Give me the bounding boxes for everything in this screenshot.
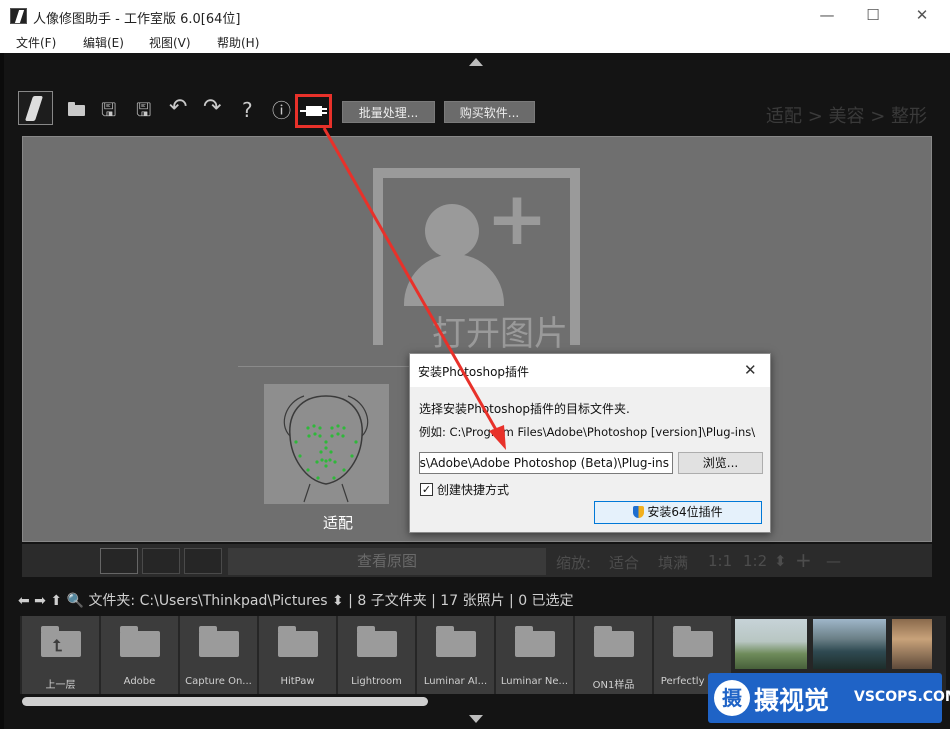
app-logo-icon xyxy=(10,8,27,24)
up-arrow-icon: ⮤ xyxy=(53,636,63,655)
path-bar: ⬅ ➡ ⬆ 🔍 文件夹: C:\Users\Thinkpad\Pictures … xyxy=(18,590,574,610)
buy-software-button[interactable]: 购买软件... xyxy=(444,101,535,123)
menu-bar: 文件(F) 编辑(E) 视图(V) 帮助(H) xyxy=(0,32,950,53)
film-item-folder[interactable]: HitPaw xyxy=(259,616,336,694)
zoom-fit-button[interactable]: 适合 xyxy=(609,552,639,573)
watermark: 摄 摄视觉 VSCOPS.COM xyxy=(708,673,950,723)
uac-shield-icon xyxy=(633,506,645,518)
person-add-icon xyxy=(425,204,479,258)
view-original-button[interactable]: 查看原图 xyxy=(228,548,546,575)
split-view-button[interactable] xyxy=(184,548,222,574)
menu-view[interactable]: 视图(V) xyxy=(149,34,191,51)
info-icon[interactable]: ⓘ xyxy=(272,101,291,121)
film-item-label: Capture On... xyxy=(185,676,252,687)
film-item-label: Luminar AI... xyxy=(423,676,488,687)
workflow-breadcrumb: 适配 > 美容 > 整形 xyxy=(766,106,928,127)
batch-process-button[interactable]: 批量处理... xyxy=(342,101,435,123)
fit-mode-label[interactable]: 适配 xyxy=(300,512,376,533)
film-item-folder[interactable]: ON1样品 xyxy=(575,616,652,694)
plugin-highlight xyxy=(295,94,332,128)
film-item-label: Lightroom xyxy=(351,676,402,687)
film-item-folder[interactable]: Luminar Ne... xyxy=(496,616,573,694)
folder-icon xyxy=(673,626,713,657)
app-logo-button[interactable] xyxy=(18,91,53,125)
folder-path-text[interactable]: 文件夹: C:\Users\Thinkpad\Pictures ⬍ | 8 子文… xyxy=(88,593,573,609)
zoom-label: 缩放: xyxy=(556,554,592,572)
shortcut-label[interactable]: 创建快捷方式 xyxy=(437,481,509,498)
film-item-folder[interactable]: Luminar AI... xyxy=(417,616,494,694)
open-image-label[interactable]: 打开图片 xyxy=(432,306,568,355)
browse-button[interactable]: 浏览... xyxy=(678,452,763,474)
zoom-in-icon[interactable]: + xyxy=(795,548,812,572)
minimize-button[interactable]: — xyxy=(804,4,850,28)
zoom-out-icon[interactable]: — xyxy=(826,552,841,570)
collapse-up-icon[interactable] xyxy=(469,58,483,66)
dialog-title: 安装Photoshop插件 xyxy=(418,365,530,379)
watermark-url: VSCOPS.COM xyxy=(854,689,950,705)
film-item-folder[interactable]: Adobe xyxy=(101,616,178,694)
folder-icon xyxy=(120,626,160,657)
help-icon[interactable]: ? xyxy=(242,100,253,120)
plus-icon: + xyxy=(486,176,549,262)
divider xyxy=(238,366,413,367)
photo-thumbnail[interactable] xyxy=(892,619,932,669)
photo-thumbnail[interactable] xyxy=(813,619,886,669)
install-64bit-button[interactable]: 安装64位插件 xyxy=(594,501,762,524)
open-folder-icon[interactable] xyxy=(68,102,85,116)
single-view-button[interactable] xyxy=(100,548,138,574)
up-folder-icon: ⮤ xyxy=(41,626,81,657)
window-title: 人像修图助手 - 工作室版 6.0[64位] xyxy=(33,12,241,27)
film-item-folder[interactable]: Lightroom xyxy=(338,616,415,694)
install-button-label: 安装64位插件 xyxy=(647,505,723,519)
zoom-fill-button[interactable]: 填满 xyxy=(658,552,688,573)
face-outline-icon xyxy=(283,395,369,503)
dialog-title-bar: 安装Photoshop插件 ✕ xyxy=(410,354,770,387)
collapse-down-icon[interactable] xyxy=(469,715,483,723)
shortcut-checkbox[interactable]: ✓ xyxy=(420,483,433,496)
watermark-logo: 摄 xyxy=(714,680,750,716)
folder-icon xyxy=(357,626,397,657)
plugin-path-field[interactable]: C:\Program Files\Adobe\Adobe Photoshop (… xyxy=(419,452,673,474)
close-button[interactable]: ✕ xyxy=(899,4,945,28)
zoom-1-1-button[interactable]: 1:1 xyxy=(708,552,732,570)
menu-help[interactable]: 帮助(H) xyxy=(217,34,259,51)
folder-icon xyxy=(199,626,239,657)
undo-icon[interactable]: ↶ xyxy=(169,97,187,119)
film-item-label: Adobe xyxy=(123,676,156,687)
film-item-label: ON1样品 xyxy=(592,680,635,691)
film-item-folder[interactable]: Capture On... xyxy=(180,616,257,694)
maximize-button[interactable]: ☐ xyxy=(850,4,896,28)
watermark-text: 摄视觉 xyxy=(754,686,830,715)
photo-thumbnail[interactable] xyxy=(735,619,807,669)
zoom-1-2-button[interactable]: 1:2 xyxy=(743,552,767,570)
save-icon[interactable]: 🖫 xyxy=(101,101,116,121)
navigation-icons[interactable]: ⬅ ➡ ⬆ 🔍 xyxy=(18,593,84,609)
folder-icon xyxy=(515,626,555,657)
dialog-example: 例如: C:\Program Files\Adobe\Photoshop [ve… xyxy=(419,425,756,439)
folder-icon xyxy=(278,626,318,657)
side-by-side-view-button[interactable] xyxy=(142,548,180,574)
face-landmark-thumbnail[interactable] xyxy=(264,384,389,504)
save-as-icon[interactable]: 🖫 xyxy=(136,101,151,121)
film-item-label: HitPaw xyxy=(280,676,315,687)
title-bar: 人像修图助手 - 工作室版 6.0[64位] — ☐ ✕ xyxy=(0,0,950,32)
folder-icon xyxy=(436,626,476,657)
folder-icon xyxy=(594,626,634,657)
redo-icon[interactable]: ↷ xyxy=(203,97,221,119)
menu-file[interactable]: 文件(F) xyxy=(16,34,56,51)
menu-edit[interactable]: 编辑(E) xyxy=(83,34,124,51)
zoom-stepper-icon[interactable]: ⬍ xyxy=(774,552,787,570)
plugin-icon[interactable] xyxy=(300,106,327,116)
dialog-close-button[interactable]: ✕ xyxy=(744,361,757,379)
install-plugin-dialog: 安装Photoshop插件 ✕ 选择安装Photoshop插件的目标文件夹. 例… xyxy=(409,353,771,533)
filmstrip-scrollbar[interactable] xyxy=(22,697,428,706)
film-item-label: Luminar Ne... xyxy=(500,676,569,687)
film-item-label: 上一层 xyxy=(45,680,76,691)
dialog-instruction: 选择安装Photoshop插件的目标文件夹. xyxy=(419,402,630,416)
film-item-parent[interactable]: ⮤ 上一层 xyxy=(22,616,99,694)
